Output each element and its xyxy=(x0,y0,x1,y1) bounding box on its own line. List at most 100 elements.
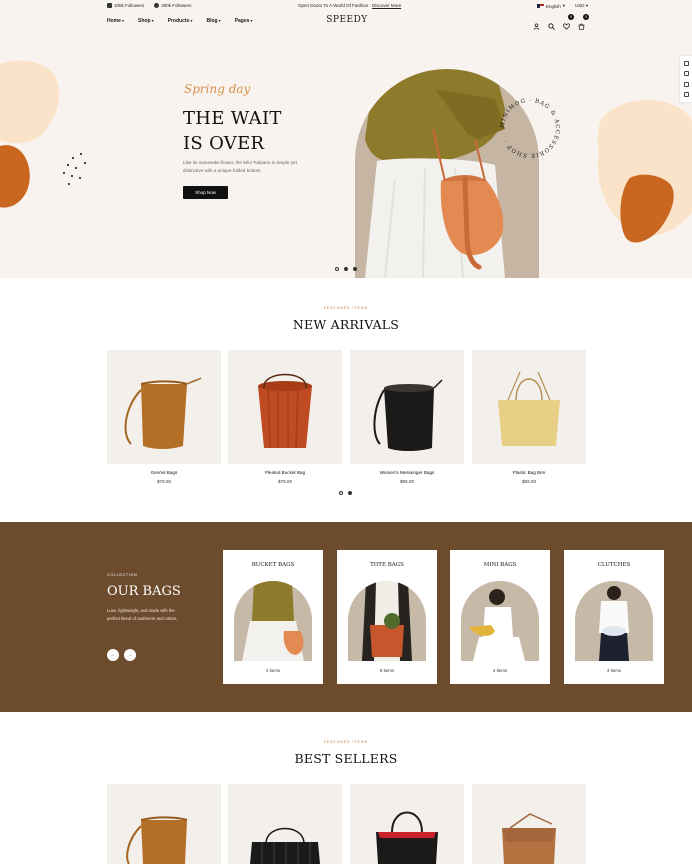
product-price: $79.00 xyxy=(156,479,172,484)
account-icon[interactable] xyxy=(533,17,540,30)
category-count: 4 items xyxy=(492,668,508,673)
category-card[interactable]: MINI BAGS 4 items xyxy=(450,550,550,684)
category-image xyxy=(575,581,653,661)
category-name: CLUTCHES xyxy=(597,562,631,568)
category-image xyxy=(461,581,539,661)
currency-label: USD xyxy=(575,3,585,8)
circular-badge-text: MINIMOG · BAG & ACCESSORIE SHOP · xyxy=(500,98,559,158)
product-card[interactable]: Genriel Bags $79.00 xyxy=(107,350,221,484)
slider-dot-1[interactable] xyxy=(335,267,339,271)
product-card[interactable]: Pleated Bucket Bag $79.00 xyxy=(228,350,342,484)
new-arrivals-title: NEW ARRIVALS xyxy=(292,317,400,332)
compare-icon[interactable] xyxy=(683,60,689,66)
followers-2-text: 300k Followers xyxy=(161,3,192,8)
product-name[interactable]: Genriel Bags xyxy=(107,470,221,475)
product-price: $95.00 xyxy=(399,479,415,484)
language-label: English xyxy=(546,3,561,9)
product-image[interactable] xyxy=(228,784,342,864)
category-card[interactable]: TOTE BAGS 9 items xyxy=(337,550,437,684)
product-card[interactable]: Plastic Bag Ben $59.00 xyxy=(472,350,586,484)
product-image[interactable] xyxy=(107,784,221,864)
main-nav: Home Shop Products Blog Pages xyxy=(107,18,253,24)
hero-description: Like its namesake flower, the Mini Tulip… xyxy=(183,160,297,173)
product-name[interactable]: Plastic Bag Ben xyxy=(472,470,586,475)
instagram-followers[interactable]: 100k Followers xyxy=(107,3,144,8)
collection-eyebrow: COLLECTION xyxy=(107,573,138,577)
us-flag-icon xyxy=(537,4,544,8)
category-name: MINI BAGS xyxy=(483,562,517,568)
new-arrivals-slider-dots xyxy=(339,491,352,495)
product-image[interactable] xyxy=(350,350,464,464)
circular-shop-badge: MINIMOG · BAG & ACCESSORIE SHOP · xyxy=(500,98,560,158)
instagram-icon xyxy=(107,3,112,8)
hero-section xyxy=(0,12,692,278)
collection-description: Luxe, lightweight, and made with the per… xyxy=(107,608,178,621)
new-arrivals-eyebrow: FEATURED ITEMS xyxy=(323,306,369,310)
announcement-text: Open Doors To A World Of Fashion xyxy=(298,3,369,8)
shop-now-button[interactable]: Shop Now xyxy=(183,186,228,199)
category-name: BUCKET BAGS xyxy=(251,562,295,568)
chevron-down-icon: ▾ xyxy=(562,3,566,8)
product-price: $79.00 xyxy=(277,479,293,484)
category-image xyxy=(234,581,312,661)
document-icon[interactable] xyxy=(683,81,689,87)
discover-more-link[interactable]: Discover More xyxy=(372,3,401,8)
product-card[interactable] xyxy=(350,784,464,864)
product-image[interactable] xyxy=(472,350,586,464)
product-image[interactable] xyxy=(107,350,221,464)
nav-products[interactable]: Products xyxy=(168,18,193,24)
layout-icon[interactable] xyxy=(683,71,689,77)
hero-tagline: Spring day xyxy=(184,82,251,96)
arrow-right-icon: → xyxy=(127,652,133,658)
product-card[interactable] xyxy=(472,784,586,864)
category-image xyxy=(348,581,426,661)
slider-dot-3[interactable] xyxy=(353,267,357,271)
header-icons: 0 0 xyxy=(533,14,589,30)
category-count: 3 items xyxy=(606,668,622,673)
wishlist-count-badge: 0 xyxy=(568,14,574,20)
hero-title-line-1: THE WAIT xyxy=(183,108,282,129)
floating-sidebar xyxy=(680,56,692,102)
facebook-icon xyxy=(154,3,160,8)
hero-slider-dots xyxy=(335,267,357,271)
product-image[interactable] xyxy=(228,350,342,464)
facebook-followers[interactable]: 300k Followers xyxy=(154,3,192,8)
search-icon[interactable] xyxy=(548,17,555,30)
next-arrow-button[interactable]: → xyxy=(124,649,136,661)
category-card[interactable]: CLUTCHES 3 items xyxy=(564,550,664,684)
nav-home[interactable]: Home xyxy=(107,18,124,24)
cart-count-badge: 0 xyxy=(583,14,589,20)
top-bar: 100k Followers 300k Followers Open Doors… xyxy=(0,0,692,12)
product-price: $59.00 xyxy=(521,479,537,484)
slider-dot-2[interactable] xyxy=(348,491,352,495)
collection-title: OUR BAGS xyxy=(107,584,181,599)
product-card[interactable] xyxy=(228,784,342,864)
category-card[interactable]: BUCKET BAGS 4 items xyxy=(223,550,323,684)
prev-arrow-button[interactable]: ← xyxy=(107,649,119,661)
followers-1-text: 100k Followers xyxy=(114,3,145,8)
currency-selector[interactable]: USD ▾ xyxy=(575,3,588,9)
product-image[interactable] xyxy=(350,784,464,864)
bag-icon[interactable] xyxy=(683,92,689,98)
nav-pages[interactable]: Pages xyxy=(235,18,253,24)
product-name[interactable]: Women's Messenger Bags xyxy=(350,470,464,475)
best-sellers-eyebrow: FEATURED ITEMS xyxy=(323,740,369,744)
slider-dot-1[interactable] xyxy=(339,491,343,495)
chevron-down-icon: ▾ xyxy=(585,3,589,8)
nav-shop[interactable]: Shop xyxy=(138,18,154,24)
category-count: 9 items xyxy=(379,668,395,673)
nav-blog[interactable]: Blog xyxy=(206,18,220,24)
svg-text:MINIMOG · BAG & ACCESSORIE SHO: MINIMOG · BAG & ACCESSORIE SHOP · xyxy=(500,98,560,158)
category-count: 4 items xyxy=(265,668,281,673)
slider-dot-2[interactable] xyxy=(344,267,348,271)
site-logo[interactable]: SPEEDY xyxy=(325,15,369,25)
product-card[interactable]: Women's Messenger Bags $95.00 xyxy=(350,350,464,484)
arrow-left-icon: ← xyxy=(110,652,116,658)
hero-title-line-2: IS OVER xyxy=(183,133,265,154)
language-selector[interactable]: English ▾ xyxy=(537,3,565,9)
product-card[interactable] xyxy=(107,784,221,864)
cart-icon[interactable]: 0 xyxy=(578,14,589,30)
wishlist-icon[interactable]: 0 xyxy=(563,14,574,30)
product-name[interactable]: Pleated Bucket Bag xyxy=(228,470,342,475)
product-image[interactable] xyxy=(472,784,586,864)
